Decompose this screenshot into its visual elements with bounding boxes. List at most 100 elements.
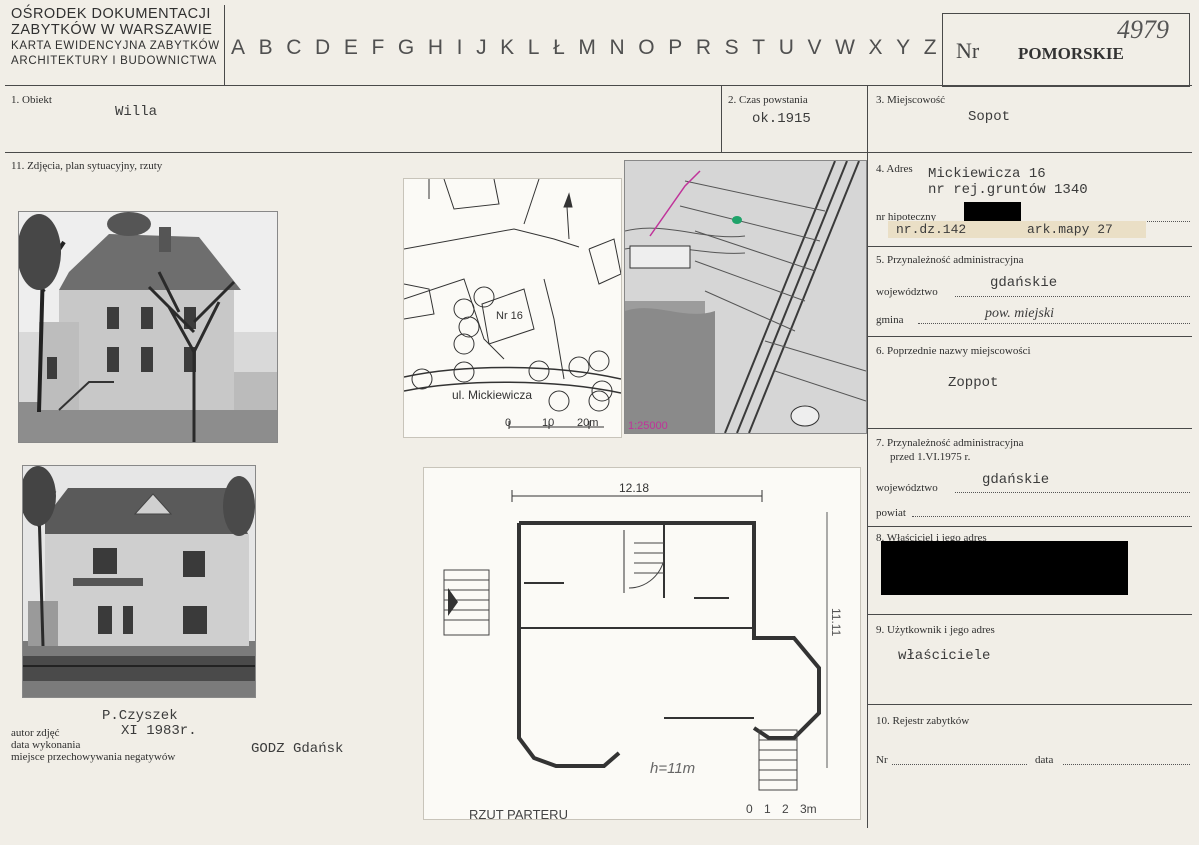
index-letter: U: [778, 36, 794, 59]
obiekt-label: 1. Obiekt: [11, 94, 52, 106]
redaction-hipoteczny: [964, 202, 1021, 223]
index-letter: B: [258, 36, 273, 59]
przed-label-1: 7. Przynależność administracyjna: [876, 437, 1024, 449]
index-letter: G: [397, 36, 415, 59]
gmina-value: pow. miejski: [985, 306, 1054, 321]
dotline-rejestr-nr: [892, 764, 1027, 765]
index-letter: X: [868, 36, 883, 59]
dotline-rejestr-data: [1063, 764, 1190, 765]
woj2-value: gdańskie: [982, 472, 1050, 488]
redaction-owner: [881, 541, 1128, 595]
rule-r3: [868, 428, 1192, 429]
dz-value: nr.dz.142: [896, 222, 967, 237]
index-letter: J: [476, 36, 487, 59]
section-11-label: 11. Zdjęcia, plan sytuacyjny, rzuty: [11, 160, 163, 172]
poprzednie-value: Zoppot: [948, 375, 999, 391]
index-letter: D: [315, 36, 331, 59]
wojewodztwo-value: gdańskie: [990, 275, 1058, 291]
dotline-woj: [955, 296, 1190, 297]
index-letter: F: [371, 36, 385, 59]
rejestr-data-label: data: [1035, 754, 1054, 766]
floor-depth: 11.11: [829, 608, 843, 637]
org-line-2: ZABYTKÓW W WARSZAWIE: [11, 22, 213, 38]
index-letter: E: [343, 36, 358, 59]
rule-row1: [5, 152, 1192, 153]
floor-scale-2: 2: [782, 802, 789, 816]
header-divider: [224, 5, 225, 85]
index-letter: K: [500, 36, 515, 59]
index-letter: S: [724, 36, 739, 59]
site-plan-scale-10: 10: [542, 417, 554, 429]
dotline-powiat: [912, 516, 1190, 517]
nr-stamp: POMORSKIE: [1018, 44, 1124, 63]
map-scale: 1:25000: [628, 420, 668, 432]
place-label: miejsce przechowywania negatywów: [11, 751, 176, 763]
site-plan-scale-0: 0: [505, 417, 511, 429]
uzytkownik-label: 9. Użytkownik i jego adres: [876, 624, 995, 636]
rule-r4: [868, 526, 1192, 527]
org-line-4: ARCHITEKTURY I BUDOWNICTWA: [11, 55, 217, 67]
adres-value-1: Mickiewicza 16: [928, 166, 1046, 182]
author-label: autor zdjęć: [11, 727, 60, 739]
site-plan-nr: Nr 16: [496, 310, 523, 322]
index-letter: Ł: [553, 36, 565, 59]
woj2-label: województwo: [876, 482, 938, 494]
author-value: P.Czyszek: [102, 708, 178, 724]
poprzednie-label: 6. Poprzednie nazwy miejscowości: [876, 345, 1031, 357]
location-map: 1:25000: [624, 160, 867, 434]
index-letter: W: [835, 36, 855, 59]
date-value: XI 1983r.: [121, 723, 197, 739]
miejscowosc-label: 3. Miejscowość: [876, 94, 946, 106]
przed-label-2: przed 1.VI.1975 r.: [890, 451, 971, 463]
nr-label: Nr: [956, 38, 980, 63]
place-value: GODZ Gdańsk: [251, 741, 344, 757]
rejestr-nr-label: Nr: [876, 754, 888, 766]
obiekt-value: Willa: [115, 104, 158, 120]
rule-r6: [868, 704, 1192, 705]
floor-caption: RZUT PARTERU: [469, 807, 568, 819]
adres-label: 4. Adres: [876, 163, 913, 175]
index-letter: H: [427, 36, 443, 59]
rule-v2: [867, 85, 868, 828]
rule-r5: [868, 614, 1192, 615]
nr-handwritten: 4979: [1117, 15, 1169, 44]
index-letter: L: [527, 36, 540, 59]
rule-top: [5, 85, 1192, 86]
powiat-label: powiat: [876, 507, 906, 519]
index-letter: M: [578, 36, 596, 59]
index-letter: R: [695, 36, 712, 59]
floor-width: 12.18: [619, 481, 649, 495]
floor-scale-0: 0: [746, 802, 753, 816]
czas-label: 2. Czas powstania: [728, 94, 808, 106]
przynaleznosc-label: 5. Przynależność administracyjna: [876, 254, 1024, 266]
floor-scale-1: 1: [764, 802, 771, 816]
gmina-label: gmina: [876, 314, 904, 326]
czas-value: ok.1915: [752, 111, 811, 127]
floor-scale-3: 3m: [800, 802, 817, 816]
rule-r2: [868, 336, 1192, 337]
index-letter: N: [609, 36, 625, 59]
floor-plan: 12.18 11.11 h=11m RZUT PARTERU 0 1 2 3m: [423, 467, 861, 827]
mapa-value: ark.mapy 27: [1027, 222, 1113, 237]
villa-photo-2: [22, 465, 256, 698]
adres-value-2: nr rej.gruntów 1340: [928, 182, 1088, 198]
rule-r1: [868, 246, 1192, 247]
org-line-1: OŚRODEK DOKUMENTACJI: [11, 6, 211, 22]
villa-photo-1: [18, 211, 278, 443]
index-letter: Z: [923, 36, 937, 59]
alphabet-index: A B C D E F G H I J K L Ł M N O P R S T …: [231, 36, 937, 60]
org-line-3: KARTA EWIDENCYJNA ZABYTKÓW: [11, 40, 220, 52]
inventory-card: OŚRODEK DOKUMENTACJI ZABYTKÓW W WARSZAWI…: [0, 0, 1199, 845]
floor-height: h=11m: [650, 760, 695, 777]
miejscowosc-value: Sopot: [968, 109, 1011, 125]
date-label: data wykonania: [11, 739, 81, 751]
index-letter: P: [668, 36, 683, 59]
dotline-woj2: [955, 492, 1190, 493]
index-letter: V: [807, 36, 822, 59]
rejestr-label: 10. Rejestr zabytków: [876, 715, 970, 727]
index-letter: A: [231, 36, 246, 59]
site-plan-scale-20: 20m: [577, 417, 598, 429]
index-letter: C: [286, 36, 302, 59]
index-letter: Y: [896, 36, 911, 59]
index-letter: I: [456, 36, 463, 59]
